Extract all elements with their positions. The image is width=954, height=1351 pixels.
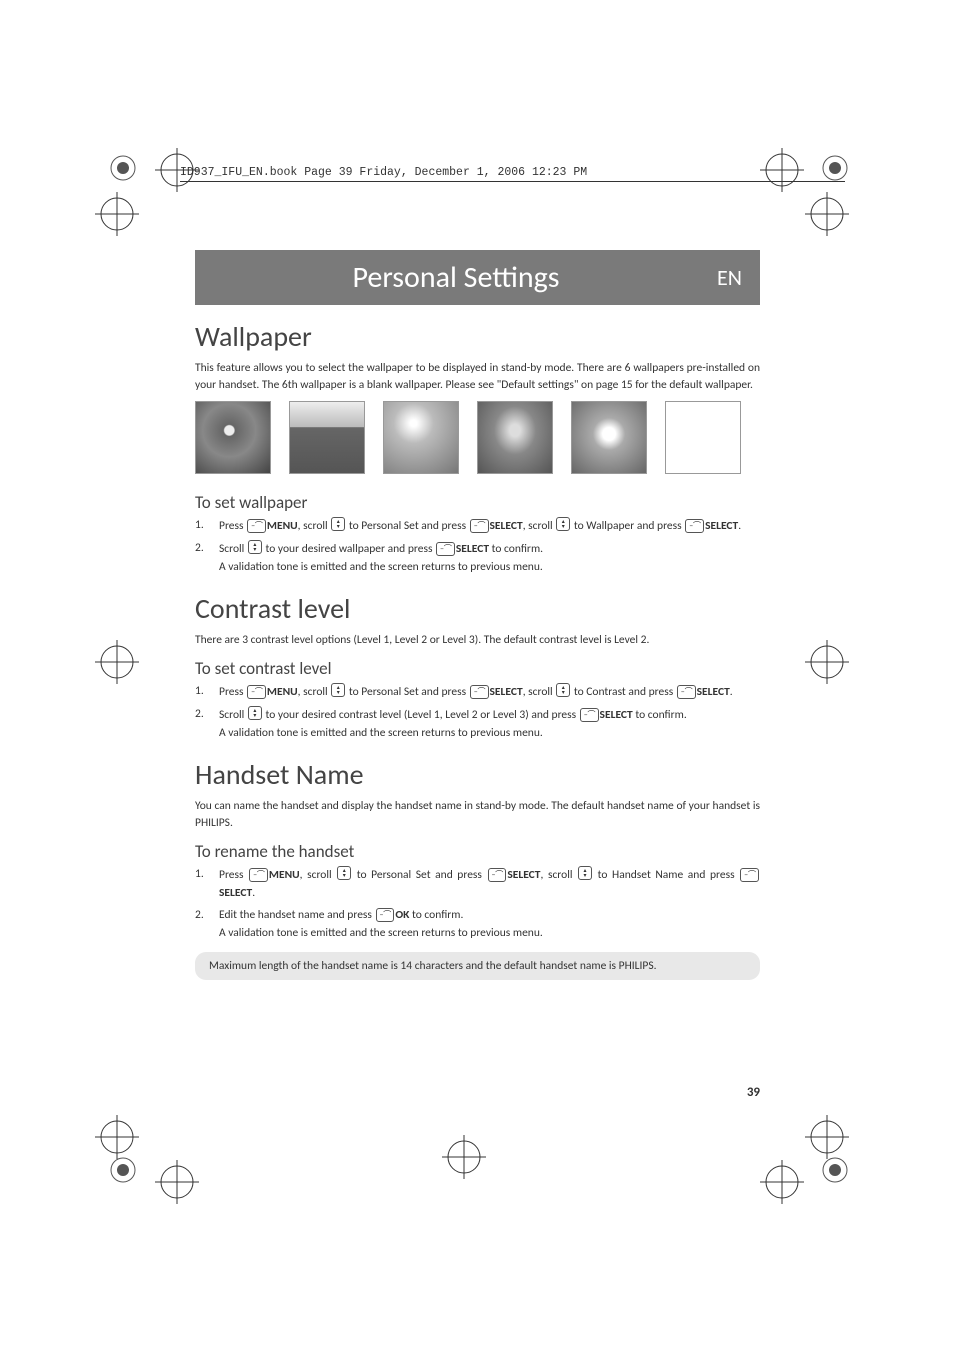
contrast-step-1: Press MENU, scroll to Personal Set and p… bbox=[195, 683, 760, 702]
nav-key-icon bbox=[331, 683, 345, 697]
softkey-icon bbox=[247, 519, 266, 533]
nav-key-icon bbox=[556, 517, 570, 531]
crosshair-icon bbox=[760, 148, 804, 192]
wallpaper-thumbnails bbox=[195, 401, 760, 474]
registration-mark-icon bbox=[820, 153, 850, 183]
page-title: Personal Settings bbox=[195, 259, 717, 296]
crosshair-icon bbox=[805, 1115, 849, 1159]
registration-mark-icon bbox=[108, 153, 138, 183]
nav-key-icon bbox=[578, 866, 592, 880]
crosshair-icon bbox=[805, 192, 849, 236]
wallpaper-intro: This feature allows you to select the wa… bbox=[195, 360, 760, 393]
softkey-icon bbox=[470, 519, 489, 533]
handset-step-1: Press MENU, scroll to Personal Set and p… bbox=[195, 866, 760, 903]
section-heading-wallpaper: Wallpaper bbox=[195, 319, 760, 354]
nav-key-icon bbox=[337, 866, 351, 880]
softkey-icon bbox=[376, 908, 395, 922]
softkey-icon bbox=[436, 542, 455, 556]
crosshair-icon bbox=[442, 1135, 486, 1179]
page-number: 39 bbox=[747, 1085, 760, 1100]
handset-step-2: Edit the handset name and press OK to co… bbox=[195, 907, 760, 943]
wallpaper-thumb-1 bbox=[195, 401, 271, 474]
crosshair-icon bbox=[155, 1160, 199, 1204]
title-bar: Personal Settings EN bbox=[195, 250, 760, 305]
registration-mark-icon bbox=[820, 1155, 850, 1185]
crosshair-icon bbox=[95, 1115, 139, 1159]
softkey-icon bbox=[685, 519, 704, 533]
handset-steps: Press MENU, scroll to Personal Set and p… bbox=[195, 866, 760, 942]
contrast-step-2: Scroll to your desired contrast level (L… bbox=[195, 706, 760, 743]
crosshair-icon bbox=[155, 148, 199, 192]
contrast-intro: There are 3 contrast level options (Leve… bbox=[195, 632, 760, 649]
wallpaper-step-2: Scroll to your desired wallpaper and pre… bbox=[195, 540, 760, 577]
print-header-line: ID937_IFU_EN.book Page 39 Friday, Decemb… bbox=[180, 166, 845, 182]
wallpaper-thumb-2 bbox=[289, 401, 365, 474]
handset-intro: You can name the handset and display the… bbox=[195, 798, 760, 831]
nav-key-icon bbox=[248, 540, 262, 554]
nav-key-icon bbox=[556, 683, 570, 697]
softkey-icon bbox=[488, 868, 507, 882]
softkey-icon bbox=[470, 685, 489, 699]
softkey-icon bbox=[740, 868, 759, 882]
crosshair-icon bbox=[95, 640, 139, 684]
page-content: Personal Settings EN Wallpaper This feat… bbox=[195, 250, 760, 980]
contrast-sub-heading: To set contrast level bbox=[195, 658, 760, 679]
crosshair-icon bbox=[760, 1160, 804, 1204]
softkey-icon bbox=[580, 708, 599, 722]
wallpaper-thumb-4 bbox=[477, 401, 553, 474]
softkey-icon bbox=[247, 685, 266, 699]
wallpaper-thumb-6-blank bbox=[665, 401, 741, 474]
nav-key-icon bbox=[248, 706, 262, 720]
section-heading-handset: Handset Name bbox=[195, 757, 760, 792]
softkey-icon bbox=[677, 685, 696, 699]
softkey-icon bbox=[249, 868, 268, 882]
registration-mark-icon bbox=[108, 1155, 138, 1185]
wallpaper-thumb-5 bbox=[571, 401, 647, 474]
contrast-steps: Press MENU, scroll to Personal Set and p… bbox=[195, 683, 760, 742]
language-badge: EN bbox=[717, 264, 742, 291]
handset-note: Maximum length of the handset name is 14… bbox=[195, 952, 760, 980]
wallpaper-step-1: Press MENU, scroll to Personal Set and p… bbox=[195, 517, 760, 536]
wallpaper-thumb-3 bbox=[383, 401, 459, 474]
crosshair-icon bbox=[95, 192, 139, 236]
section-heading-contrast: Contrast level bbox=[195, 591, 760, 626]
wallpaper-sub-heading: To set wallpaper bbox=[195, 492, 760, 513]
nav-key-icon bbox=[331, 517, 345, 531]
wallpaper-steps: Press MENU, scroll to Personal Set and p… bbox=[195, 517, 760, 576]
crosshair-icon bbox=[805, 640, 849, 684]
handset-sub-heading: To rename the handset bbox=[195, 841, 760, 862]
